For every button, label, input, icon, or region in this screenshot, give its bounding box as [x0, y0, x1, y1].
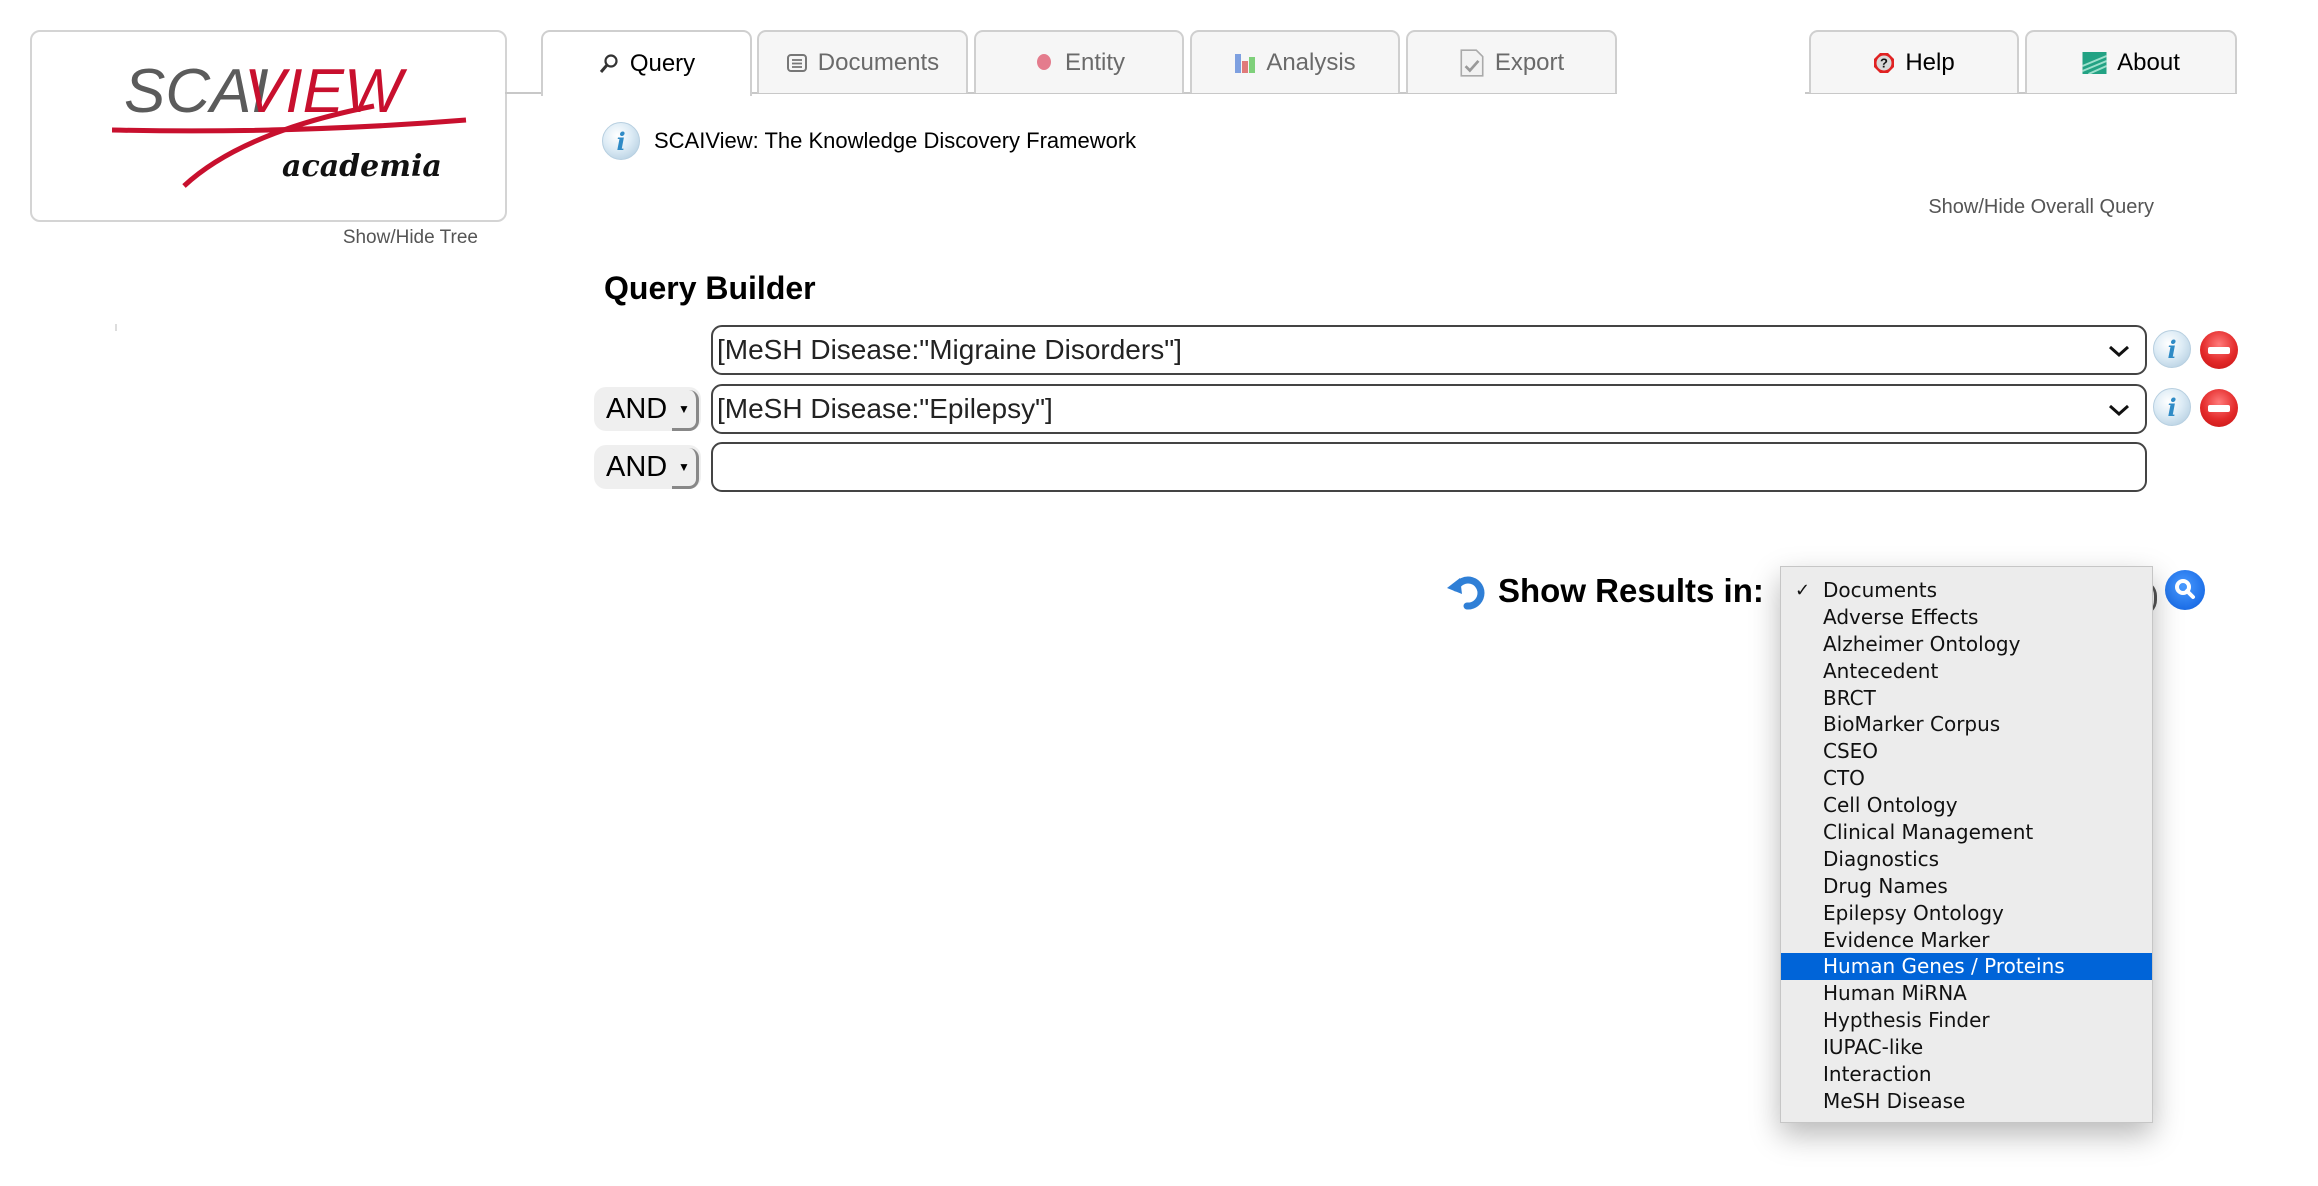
dropdown-option[interactable]: Alzheimer Ontology [1781, 631, 2152, 658]
query-term-input-1[interactable]: [MeSH Disease:"Migraine Disorders"] [711, 325, 2147, 375]
help-icon: ? [1874, 52, 1895, 73]
option-label: Adverse Effects [1823, 604, 1979, 629]
document-icon [786, 53, 807, 72]
dropdown-option[interactable]: IUPAC-like [1781, 1034, 2152, 1061]
operator-select-3[interactable]: AND ▼ [594, 445, 701, 489]
chevron-down-icon[interactable] [2107, 398, 2131, 422]
svg-text:?: ? [1880, 55, 1888, 70]
dropdown-option[interactable]: Epilepsy Ontology [1781, 900, 2152, 927]
option-label: Alzheimer Ontology [1823, 631, 2021, 656]
tab-documents[interactable]: Documents [757, 30, 968, 93]
show-hide-overall-query-link[interactable]: Show/Hide Overall Query [1928, 196, 2154, 219]
tab-label: Entity [1064, 48, 1126, 76]
option-label: Antecedent [1823, 658, 1939, 683]
chevron-down-icon[interactable] [2107, 339, 2131, 363]
about-logo-icon [2082, 51, 2108, 74]
red-dot-icon [1036, 53, 1051, 70]
tab-label: Export [1494, 48, 1565, 76]
dropdown-option[interactable]: BioMarker Corpus [1781, 711, 2152, 738]
option-label: Drug Names [1823, 873, 1948, 898]
dropdown-option[interactable]: Evidence Marker [1781, 927, 2152, 954]
option-label: Interaction [1823, 1062, 1932, 1087]
caret-down-icon: ▼ [672, 448, 699, 489]
tab-help[interactable]: ? Help [1809, 30, 2019, 93]
option-label: Evidence Marker [1823, 927, 1990, 952]
tab-label: About [2117, 48, 2180, 76]
dropdown-option[interactable]: Clinical Management [1781, 819, 2152, 846]
option-label: BioMarker Corpus [1823, 712, 2001, 737]
dropdown-option[interactable]: Cell Ontology [1781, 792, 2152, 819]
dropdown-option[interactable]: Drug Names [1781, 873, 2152, 900]
option-label: IUPAC-like [1823, 1035, 1924, 1060]
info-icon[interactable]: i [602, 122, 640, 160]
option-label: Human Genes / Proteins [1823, 954, 2065, 979]
operator-select-2[interactable]: AND ▼ [594, 387, 701, 431]
show-results-label: Show Results in: [1498, 572, 1764, 609]
logo-subtitle: academia [282, 149, 442, 184]
minus-icon [2208, 346, 2230, 354]
minus-icon [2208, 404, 2230, 412]
export-check-icon [1460, 48, 1484, 77]
query-term-value: [MeSH Disease:"Migraine Disorders"] [717, 334, 1182, 365]
refresh-icon[interactable] [1446, 570, 1488, 612]
scaiview-logo: SCAI VIEW academia [112, 57, 467, 188]
tab-export[interactable]: Export [1406, 30, 1617, 93]
checkmark-icon: ✓ [1795, 580, 1811, 601]
tab-label: Help [1905, 48, 1955, 76]
option-label: Clinical Management [1823, 820, 2034, 845]
query-term-input-2[interactable]: [MeSH Disease:"Epilepsy"] [711, 384, 2147, 434]
query-builder-title: Query Builder [604, 270, 816, 306]
search-icon [2175, 579, 2195, 599]
dropdown-option[interactable]: CSEO [1781, 738, 2152, 765]
query-term-input-3[interactable] [711, 442, 2147, 492]
dropdown-option[interactable]: Antecedent [1781, 658, 2152, 685]
search-button[interactable] [2165, 570, 2205, 610]
operator-value: AND [606, 450, 668, 483]
option-label: Hypthesis Finder [1823, 1008, 1990, 1033]
dropdown-option[interactable]: Diagnostics [1781, 846, 2152, 873]
dropdown-option[interactable]: Human MiRNA [1781, 980, 2152, 1007]
option-label: MeSH Disease [1823, 1088, 1966, 1113]
option-label: CTO [1823, 766, 1865, 791]
operator-value: AND [606, 392, 668, 425]
result-type-dropdown[interactable]: ✓ Documents Adverse Effects Alzheimer Ontol… [1780, 566, 2153, 1123]
logo-panel: SCAI VIEW academia [30, 30, 507, 222]
caret-down-icon: ▼ [672, 390, 699, 431]
dropdown-option[interactable]: Interaction [1781, 1061, 2152, 1088]
option-label: BRCT [1823, 685, 1876, 710]
tab-query[interactable]: Query [541, 30, 752, 96]
term-info-icon[interactable]: i [2153, 330, 2191, 368]
dropdown-option[interactable]: Human Genes / Proteins [1781, 953, 2152, 981]
option-label: Human MiRNA [1823, 981, 1967, 1006]
remove-term-button[interactable] [2200, 389, 2238, 427]
option-label: Diagnostics [1823, 846, 1940, 871]
dropdown-option[interactable]: CTO [1781, 765, 2152, 792]
term-info-icon[interactable]: i [2153, 388, 2191, 426]
dropdown-option[interactable]: Hypthesis Finder [1781, 1007, 2152, 1034]
tab-label: Analysis [1266, 48, 1356, 76]
option-label: Cell Ontology [1823, 793, 1958, 818]
info-banner: i SCAIView: The Knowledge Discovery Fram… [602, 122, 1136, 160]
show-results-row: Show Results in: [1446, 570, 1764, 612]
tab-about[interactable]: About [2025, 30, 2237, 93]
tab-label: Documents [817, 48, 940, 76]
tab-label: Query [629, 50, 696, 77]
show-hide-tree-link[interactable]: Show/Hide Tree [343, 227, 478, 249]
tab-entity[interactable]: Entity [974, 30, 1184, 93]
dropdown-option[interactable]: MeSH Disease [1781, 1088, 2152, 1115]
tab-analysis[interactable]: Analysis [1190, 30, 1400, 93]
query-term-value: [MeSH Disease:"Epilepsy"] [717, 393, 1053, 424]
remove-term-button[interactable] [2200, 331, 2238, 369]
dropdown-option[interactable]: BRCT [1781, 685, 2152, 712]
bar-chart-icon [1235, 53, 1256, 73]
tree-panel-handle [115, 324, 117, 331]
option-label: CSEO [1823, 739, 1879, 764]
dropdown-option[interactable]: ✓ Documents [1781, 577, 2152, 604]
search-key-icon [599, 54, 618, 73]
info-text: SCAIView: The Knowledge Discovery Framew… [654, 128, 1137, 153]
option-label: Documents [1823, 578, 1938, 602]
option-label: Epilepsy Ontology [1823, 900, 2004, 925]
dropdown-option[interactable]: Adverse Effects [1781, 604, 2152, 631]
